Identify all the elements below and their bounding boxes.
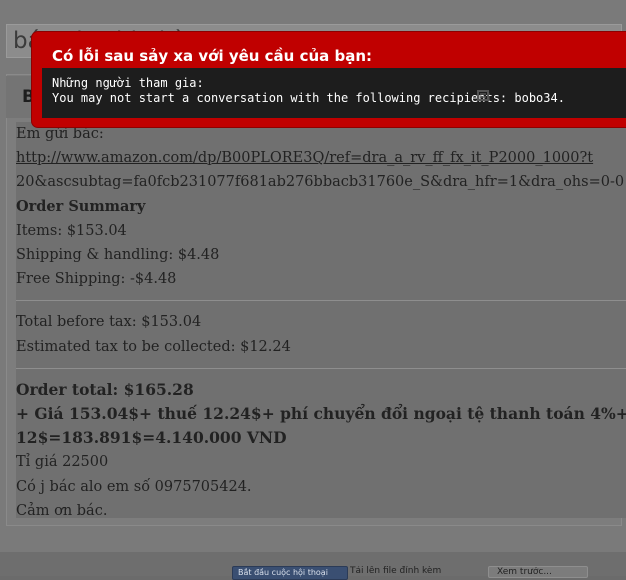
body-line-items: Items: $153.04 (16, 222, 127, 239)
error-title: Có lỗi sau sảy xa với yêu cầu của bạn: (52, 47, 373, 65)
body-line-shipping: Shipping & handling: $4.48 (16, 247, 220, 264)
start-conversation-label: Bắt đầu cuộc hội thoại (238, 568, 328, 577)
body-line-free-shipping: Free Shipping: -$4.48 (16, 271, 177, 288)
body-line-link-2[interactable]: 20&ascsubtag=fa0fcb231077f681ab276bbacb3… (16, 170, 626, 194)
error-line-recipients: You may not start a conversation with th… (52, 91, 565, 105)
body-line-thanks: Cảm ơn bác. (16, 502, 108, 518)
error-line-participants: Những người tham gia: (52, 76, 204, 90)
body-line-link-1[interactable]: http://www.amazon.com/dp/B00PLORE3Q/ref=… (16, 146, 626, 170)
body-divider (16, 367, 626, 369)
body-line-order-summary: Order Summary (16, 197, 146, 215)
start-conversation-button[interactable]: Bắt đầu cuộc hội thoại (232, 566, 348, 580)
message-body[interactable]: Em gửi bác: http://www.amazon.com/dp/B00… (16, 122, 626, 518)
body-line-contact: Có j bác alo em số 0975705424. (16, 478, 252, 495)
body-line-vnd-total: 12$=183.891$=4.140.000 VND (16, 428, 287, 448)
preview-button[interactable]: Xem trước... (488, 566, 588, 578)
upload-attachment-button[interactable]: Tải lên file đính kèm (350, 566, 480, 578)
error-message-box: Những người tham gia: You may not start … (42, 68, 626, 118)
body-divider (16, 300, 626, 302)
body-line-price-breakdown: + Giá 153.04$+ thuế 12.24$+ phí chuyển đ… (16, 404, 626, 424)
body-line-order-total: Order total: $165.28 (16, 379, 194, 399)
body-line-estimated-tax: Estimated tax to be collected: $12.24 (16, 338, 291, 355)
body-line-exchange-rate: Tỉ giá 22500 (16, 454, 109, 471)
body-line-total-before-tax: Total before tax: $153.04 (16, 314, 202, 331)
quote-icon[interactable] (474, 88, 492, 106)
